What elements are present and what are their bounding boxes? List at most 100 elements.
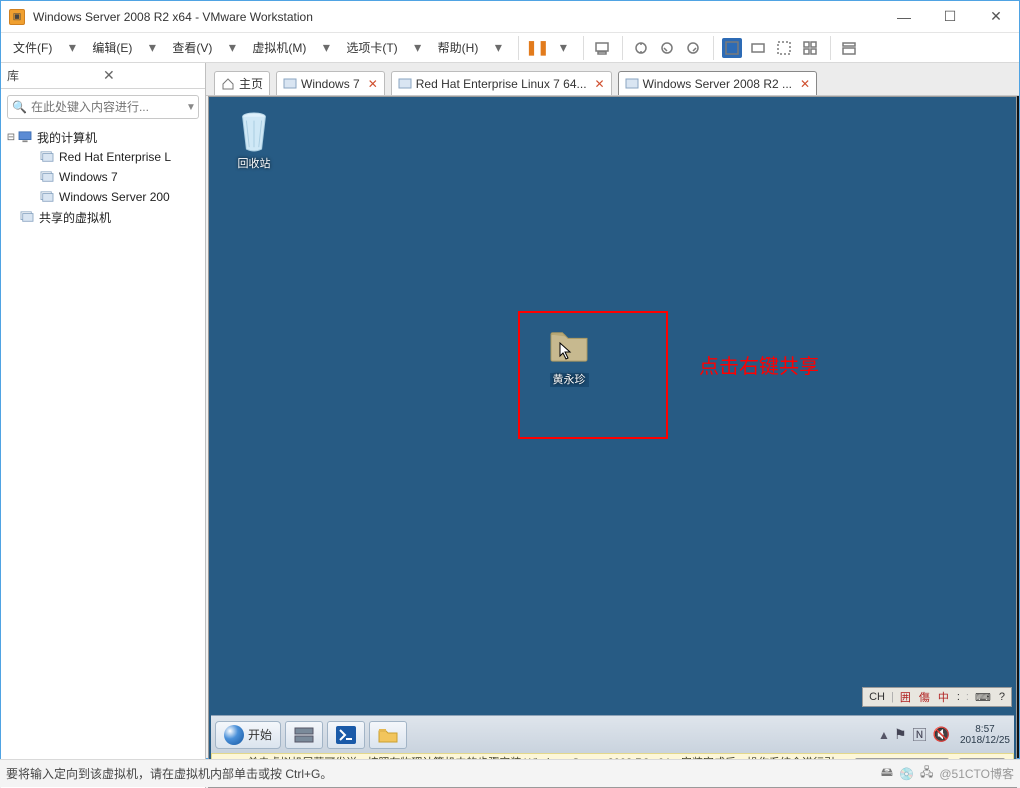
menu-help[interactable]: 帮助(H)	[432, 35, 485, 60]
mouse-cursor-icon	[559, 342, 573, 360]
vm-icon	[39, 150, 55, 164]
tab-rhel[interactable]: Red Hat Enterprise Linux 7 64... ✕	[391, 71, 612, 95]
tab-close-icon[interactable]: ✕	[368, 77, 378, 91]
snapshot-icon[interactable]	[631, 38, 651, 58]
status-text: 要将输入定向到该虚拟机，请在虚拟机内部单击或按 Ctrl+G。	[6, 765, 332, 782]
menu-edit[interactable]: 编辑(E)	[86, 35, 138, 60]
menu-edit-dropdown-icon[interactable]: ▾	[142, 38, 162, 58]
pinned-explorer[interactable]	[369, 721, 407, 749]
sidebar-close-icon[interactable]: ✕	[99, 67, 199, 84]
vm-tab-icon	[625, 77, 639, 91]
pause-icon[interactable]: ❚❚	[527, 38, 547, 58]
search-input[interactable]	[31, 100, 186, 114]
fullscreen-icon[interactable]	[722, 38, 742, 58]
vm-tab-icon	[398, 77, 412, 91]
menu-tabs[interactable]: 选项卡(T)	[340, 35, 403, 60]
ime-help-icon[interactable]: ?	[997, 691, 1007, 703]
watermark-text: @51CTO博客	[939, 765, 1014, 782]
title-bar: ▣ Windows Server 2008 R2 x64 - VMware Wo…	[1, 1, 1019, 33]
console-view-icon[interactable]	[800, 38, 820, 58]
ime-language-bar[interactable]: CH | 囲 傷 中 : : ⌨ ?	[862, 687, 1012, 707]
menu-help-dropdown-icon[interactable]: ▾	[488, 38, 508, 58]
vm-tab-icon	[283, 77, 297, 91]
recycle-bin[interactable]: 回收站	[219, 111, 289, 171]
pinned-powershell[interactable]	[327, 721, 365, 749]
tray-volume-icon[interactable]: 🔇	[933, 726, 950, 743]
workarea: 主页 Windows 7 ✕ Red Hat Enterprise Linux …	[206, 63, 1019, 788]
menu-tabs-dropdown-icon[interactable]: ▾	[408, 38, 428, 58]
library-sidebar: 库 ✕ 🔍 ▼ ⊟ 我的计算机 Red Hat Enterprise L	[1, 63, 206, 788]
tree-item-winserver[interactable]: Windows Server 200	[3, 187, 203, 207]
maximize-button[interactable]: ☐	[927, 1, 973, 32]
system-tray: ▲ ⚑ 🄽 🔇 8:57 2018/12/25	[878, 724, 1010, 746]
folder-label: 黄永珍	[529, 371, 609, 387]
toolbar-misc	[583, 36, 612, 60]
device-hdd-icon[interactable]: 🖴	[881, 763, 893, 784]
tab-home[interactable]: 主页	[214, 71, 270, 95]
tab-close-icon[interactable]: ✕	[595, 77, 605, 91]
menu-view-dropdown-icon[interactable]: ▾	[222, 38, 242, 58]
start-orb-icon	[224, 725, 244, 745]
status-devices: 🖴 💿 🖧 @51CTO博客	[881, 763, 1014, 784]
unity-icon[interactable]	[748, 38, 768, 58]
search-icon: 🔍	[12, 100, 27, 114]
tree-collapse-icon[interactable]: ⊟	[5, 132, 17, 143]
start-button[interactable]: 开始	[215, 721, 281, 749]
ime-icon-3[interactable]: 中	[936, 689, 951, 705]
tree-root-label: 我的计算机	[37, 129, 97, 146]
thumbnail-bar-icon[interactable]	[839, 38, 859, 58]
tray-flag-icon[interactable]: ⚑	[894, 726, 907, 743]
tab-winserver[interactable]: Windows Server 2008 R2 ... ✕	[618, 71, 817, 95]
snapshot-manager-icon[interactable]	[683, 38, 703, 58]
tray-show-hidden-icon[interactable]: ▲	[878, 728, 890, 742]
window-title: Windows Server 2008 R2 x64 - VMware Work…	[33, 10, 881, 24]
menu-view[interactable]: 查看(V)	[166, 35, 218, 60]
app-icon: ▣	[9, 9, 25, 25]
sidebar-title: 库	[7, 67, 99, 84]
power-dropdown-icon[interactable]: ▾	[553, 38, 573, 58]
menu-file-dropdown-icon[interactable]: ▾	[62, 38, 82, 58]
shared-vm-icon	[19, 210, 35, 224]
annotation-text: 点击右键共享	[699, 350, 819, 379]
tab-win7[interactable]: Windows 7 ✕	[276, 71, 385, 95]
vm-icon	[39, 190, 55, 204]
ime-kb-icon[interactable]: ⌨	[973, 691, 993, 704]
minimize-button[interactable]: —	[881, 1, 927, 32]
close-button[interactable]: ✕	[973, 1, 1019, 32]
host-status-bar: 要将输入定向到该虚拟机，请在虚拟机内部单击或按 Ctrl+G。 🖴 💿 🖧 @5…	[0, 759, 1020, 787]
tab-strip: 主页 Windows 7 ✕ Red Hat Enterprise Linux …	[206, 63, 1019, 96]
menu-vm[interactable]: 虚拟机(M)	[246, 35, 312, 60]
window-controls: — ☐ ✕	[881, 1, 1019, 32]
tree-item-win7[interactable]: Windows 7	[3, 167, 203, 187]
search-dropdown-icon[interactable]: ▼	[186, 102, 196, 113]
taskbar-clock[interactable]: 8:57 2018/12/25	[960, 724, 1010, 746]
start-label: 开始	[248, 726, 272, 743]
ime-icon-1[interactable]: 囲	[898, 689, 913, 705]
power-controls: ❚❚ ▾	[518, 36, 573, 60]
tree-root[interactable]: ⊟ 我的计算机	[3, 127, 203, 147]
vmware-window: ▣ Windows Server 2008 R2 x64 - VMware Wo…	[0, 0, 1020, 759]
sidebar-header: 库 ✕	[1, 63, 205, 89]
device-cd-icon[interactable]: 💿	[899, 767, 914, 781]
guest-desktop[interactable]: 回收站 黄永珍	[208, 96, 1017, 788]
stretch-icon[interactable]	[774, 38, 794, 58]
device-network-icon[interactable]: 🖧	[920, 763, 933, 784]
computer-icon	[17, 130, 33, 144]
lang-indicator[interactable]: CH	[867, 691, 887, 703]
vm-icon	[39, 170, 55, 184]
pinned-server-manager[interactable]	[285, 721, 323, 749]
menu-vm-dropdown-icon[interactable]: ▾	[316, 38, 336, 58]
library-search[interactable]: 🔍 ▼	[7, 95, 199, 119]
ime-icon-2[interactable]: 傷	[917, 689, 932, 705]
tab-close-icon[interactable]: ✕	[800, 77, 810, 91]
send-ctrl-alt-del-icon[interactable]	[592, 38, 612, 58]
tree-item-redhat[interactable]: Red Hat Enterprise L	[3, 147, 203, 167]
menu-bar: 文件(F) ▾ 编辑(E) ▾ 查看(V) ▾ 虚拟机(M) ▾ 选项卡(T) …	[1, 33, 1019, 63]
ime-punct-mode[interactable]: :	[955, 691, 962, 703]
tray-network-icon[interactable]: 🄽	[913, 725, 927, 745]
recycle-bin-label: 回收站	[219, 155, 289, 171]
tree-shared[interactable]: 共享的虚拟机	[3, 207, 203, 227]
home-icon	[221, 77, 235, 91]
menu-file[interactable]: 文件(F)	[7, 35, 58, 60]
snapshot-revert-icon[interactable]	[657, 38, 677, 58]
